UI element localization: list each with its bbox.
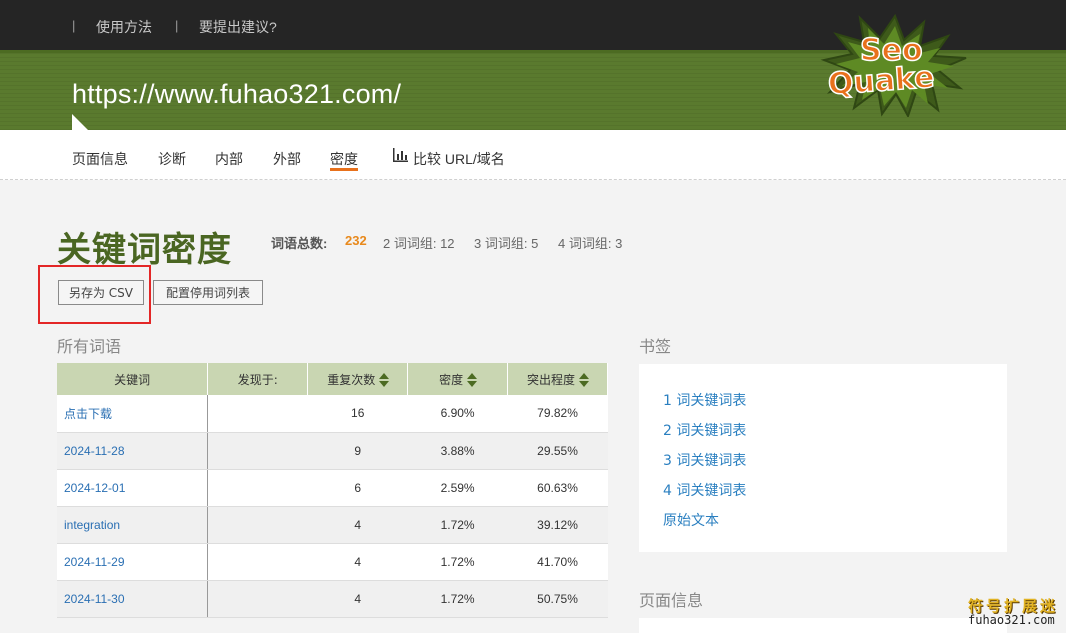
prominence-cell: 79.82% (507, 395, 608, 433)
bookmark-link-3-word[interactable]: 3 词关键词表 (663, 450, 746, 470)
found-in-cell (207, 543, 308, 581)
tab-external[interactable]: 外部 (273, 149, 301, 169)
bookmark-link-raw-text[interactable]: 原始文本 (663, 510, 719, 530)
bar-chart-icon (393, 148, 408, 162)
keyword-link[interactable]: 2024-11-28 (57, 432, 209, 470)
tab-diagnosis[interactable]: 诊断 (158, 149, 186, 169)
column-header-prominence[interactable]: 突出程度 (507, 363, 608, 395)
prominence-cell: 41.70% (507, 543, 608, 581)
density-cell: 6.90% (407, 395, 508, 433)
count-cell: 9 (307, 432, 408, 470)
table-row: integration 4 1.72% 39.12% (57, 506, 608, 544)
table-row: 2024-11-28 9 3.88% 29.55% (57, 432, 608, 470)
page-info-card (639, 618, 1007, 633)
keyword-link[interactable]: 2024-11-29 (57, 543, 209, 581)
found-in-cell (207, 506, 308, 544)
table-row: 2024-12-01 6 2.59% 60.63% (57, 469, 608, 507)
page-info-heading: 页面信息 (639, 591, 704, 610)
sort-icon[interactable] (467, 373, 478, 387)
bookmarks-card: 1 词关键词表 2 词关键词表 3 词关键词表 4 词关键词表 原始文本 (639, 364, 1007, 552)
keyword-link[interactable]: 2024-12-01 (57, 469, 209, 507)
tab-density[interactable]: 密度 (330, 149, 358, 169)
nav-separator: | (175, 18, 179, 33)
count-cell: 4 (307, 543, 408, 581)
seoquake-logo[interactable]: Seo Quake (820, 12, 970, 117)
prominence-cell: 60.63% (507, 469, 608, 507)
total-words-label: 词语总数: (271, 236, 328, 251)
tab-internal[interactable]: 内部 (215, 149, 243, 169)
prominence-cell: 29.55% (507, 432, 608, 470)
density-cell: 1.72% (407, 580, 508, 618)
logo-text-quake: Quake (827, 60, 936, 102)
bookmark-link-1-word[interactable]: 1 词关键词表 (663, 390, 746, 410)
keyword-link[interactable]: 2024-11-30 (57, 580, 209, 618)
found-in-cell (207, 580, 308, 618)
found-in-cell (207, 432, 308, 470)
keyword-link[interactable]: 点击下载 (57, 395, 209, 433)
tab-page-info[interactable]: 页面信息 (72, 149, 128, 169)
count-cell: 6 (307, 469, 408, 507)
column-header-keyword: 关键词 (57, 363, 209, 395)
found-in-cell (207, 395, 308, 433)
count-cell: 4 (307, 506, 408, 544)
keyword-table: 关键词 发现于: 重复次数 密度 突出程度 点击下载 16 6.90% 79.8… (57, 363, 608, 618)
found-in-cell (207, 469, 308, 507)
watermark-domain: fuhao321.com (968, 613, 1055, 627)
suggestion-link[interactable]: 要提出建议? (199, 17, 277, 37)
column-header-density[interactable]: 密度 (407, 363, 509, 395)
header-notch (72, 114, 88, 130)
count-cell: 16 (307, 395, 408, 433)
all-words-heading: 所有词语 (57, 337, 122, 356)
density-cell: 2.59% (407, 469, 508, 507)
watermark: 符号扩展迷 fuhao321.com (966, 595, 1062, 629)
prominence-cell: 39.12% (507, 506, 608, 544)
two-word-count: 2 词词组: 12 (383, 236, 455, 251)
density-cell: 1.72% (407, 506, 508, 544)
keyword-link[interactable]: integration (57, 506, 209, 544)
column-header-count[interactable]: 重复次数 (307, 363, 409, 395)
how-to-use-link[interactable]: 使用方法 (96, 17, 152, 37)
configure-stopwords-button[interactable]: 配置停用词列表 (153, 280, 263, 305)
density-cell: 3.88% (407, 432, 508, 470)
bookmark-link-2-word[interactable]: 2 词关键词表 (663, 420, 746, 440)
nav-separator: | (72, 18, 76, 33)
three-word-count: 3 词词组: 5 (474, 236, 539, 251)
bookmark-link-4-word[interactable]: 4 词关键词表 (663, 480, 746, 500)
highlight-annotation (38, 265, 151, 324)
sort-icon[interactable] (579, 373, 590, 387)
count-cell: 4 (307, 580, 408, 618)
sort-icon[interactable] (379, 373, 390, 387)
tab-compare-url[interactable]: 比较 URL/域名 (413, 149, 505, 169)
page-title: 关键词密度 (57, 230, 232, 270)
bookmarks-heading: 书签 (639, 337, 672, 356)
four-word-count: 4 词词组: 3 (558, 236, 623, 251)
table-row: 2024-11-30 4 1.72% 50.75% (57, 580, 608, 618)
column-header-found-in: 发现于: (207, 363, 309, 395)
active-tab-indicator (330, 168, 358, 171)
total-words-value: 232 (345, 233, 367, 248)
prominence-cell: 50.75% (507, 580, 608, 618)
tab-bar: 页面信息 诊断 内部 外部 密度 比较 URL/域名 (0, 130, 1066, 180)
density-cell: 1.72% (407, 543, 508, 581)
table-row: 2024-11-29 4 1.72% 41.70% (57, 543, 608, 581)
site-url: https://www.fuhao321.com/ (72, 79, 402, 109)
table-row: 点击下载 16 6.90% 79.82% (57, 395, 608, 433)
